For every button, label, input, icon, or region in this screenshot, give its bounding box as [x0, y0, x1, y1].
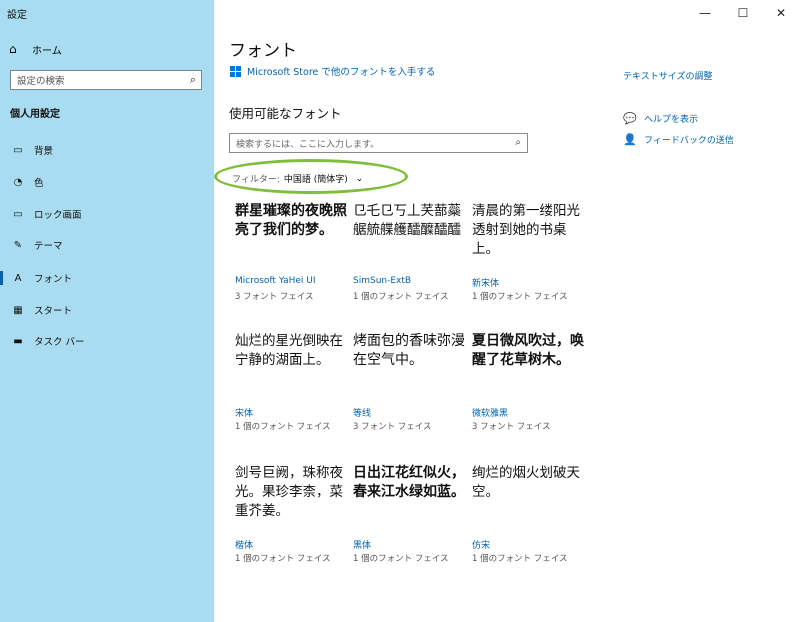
- font-tile[interactable]: 㔾乇㔾丂丄芺蔀蘂艍艈艓艧醽醾醽醽 SimSun-ExtB 1 個のフォント フェ…: [353, 202, 465, 332]
- font-sample: 灿烂的星光倒映在宁静的湖面上。: [235, 333, 343, 368]
- font-face-count: 1 個のフォント フェイス: [235, 422, 331, 432]
- sidebar-item-label: 背景: [34, 146, 54, 157]
- font-tile[interactable]: 剑号巨阙，珠称夜光。果珍李柰，菜重芥姜。 楷体 1 個のフォント フェイス: [235, 464, 347, 594]
- font-name: 仿宋: [472, 541, 491, 551]
- feedback-link[interactable]: 👤 フィードバックの送信: [623, 133, 734, 146]
- font-tile[interactable]: 夏日微风吹过，唤醒了花草树木。 微软雅黑 3 フォント フェイス: [472, 332, 584, 462]
- font-sample: 群星璀璨的夜晚照亮了我们的梦。: [235, 203, 347, 238]
- sidebar-item-label: 色: [34, 178, 44, 189]
- font-name: 宋体: [235, 409, 254, 419]
- available-fonts-heading: 使用可能なフォント: [229, 106, 342, 121]
- window-controls: — ☐ ✕: [686, 0, 800, 26]
- font-face-count: 3 フォント フェイス: [353, 422, 432, 432]
- font-tile[interactable]: 清晨的第一缕阳光透射到她的书桌上。 新宋体 1 個のフォント フェイス: [472, 202, 584, 332]
- language-filter-dropdown[interactable]: フィルター: 中国語 (簡体字) ⌄: [232, 172, 364, 186]
- font-name: Microsoft YaHei UI: [235, 276, 316, 286]
- maximize-button[interactable]: ☐: [724, 0, 762, 26]
- font-tile[interactable]: 绚烂的烟火划破天空。 仿宋 1 個のフォント フェイス: [472, 464, 584, 594]
- font-icon: A: [14, 272, 22, 284]
- sidebar-item-fonts[interactable]: A フォント: [0, 265, 214, 291]
- sidebar-item-label: ロック画面: [34, 210, 82, 221]
- search-icon[interactable]: ⌕: [190, 73, 196, 87]
- sidebar-item-background[interactable]: ▭ 背景: [0, 137, 214, 163]
- sidebar-item-theme[interactable]: ✎ テーマ: [0, 232, 214, 258]
- sidebar-item-label: スタート: [34, 306, 73, 317]
- chevron-down-icon: ⌄: [355, 173, 364, 184]
- font-name: 新宋体: [472, 279, 500, 289]
- font-sample: 㔾乇㔾丂丄芺蔀蘂艍艈艓艧醽醾醽醽: [353, 203, 461, 238]
- home-icon: ⌂: [9, 42, 17, 56]
- font-sample: 夏日微风吹过，唤醒了花草树木。: [472, 333, 584, 368]
- taskbar-icon: ▬: [13, 335, 23, 347]
- font-search-input[interactable]: 検索するには、ここに入力します。 ⌕: [229, 133, 528, 153]
- store-link[interactable]: Microsoft Store で他のフォントを入手する: [229, 64, 435, 78]
- font-sample: 绚烂的烟火划破天空。: [472, 465, 580, 500]
- font-tile[interactable]: 日出江花红似火，春来江水绿如蓝。 黑体 1 個のフォント フェイス: [353, 464, 465, 594]
- font-face-count: 1 個のフォント フェイス: [235, 554, 331, 564]
- font-face-count: 3 フォント フェイス: [472, 422, 551, 432]
- sidebar: 設定 ⌂ ホーム 設定の検索 ⌕ 個人用設定 ▭ 背景 ◔ 色 ▭ ロック画面 …: [0, 0, 214, 622]
- font-search-placeholder: 検索するには、ここに入力します。: [236, 139, 380, 150]
- font-face-count: 1 個のフォント フェイス: [472, 554, 568, 564]
- sidebar-item-lock-screen[interactable]: ▭ ロック画面: [0, 201, 214, 227]
- store-icon: [229, 65, 241, 77]
- font-tile[interactable]: 烤面包的香味弥漫在空气中。 等线 3 フォント フェイス: [353, 332, 465, 462]
- settings-search-input[interactable]: 設定の検索 ⌕: [10, 70, 202, 90]
- search-icon[interactable]: ⌕: [515, 137, 521, 148]
- home-label: ホーム: [32, 45, 62, 57]
- font-sample: 烤面包的香味弥漫在空气中。: [353, 333, 465, 368]
- font-sample: 日出江花红似火，春来江水绿如蓝。: [353, 465, 465, 500]
- sidebar-item-label: テーマ: [34, 241, 63, 252]
- feedback-link-label: フィードバックの送信: [644, 136, 734, 146]
- store-link-label: Microsoft Store で他のフォントを入手する: [247, 67, 436, 78]
- theme-icon: ✎: [13, 239, 23, 251]
- palette-icon: ◔: [13, 176, 23, 188]
- font-name: 黑体: [353, 541, 372, 551]
- help-link[interactable]: 💬 ヘルプを表示: [623, 112, 698, 125]
- close-button[interactable]: ✕: [762, 0, 800, 26]
- home-link[interactable]: ⌂ ホーム: [9, 40, 62, 58]
- sidebar-item-label: タスク バー: [34, 337, 85, 348]
- sidebar-item-color[interactable]: ◔ 色: [0, 169, 214, 195]
- font-tile[interactable]: 群星璀璨的夜晚照亮了我们的梦。 Microsoft YaHei UI 3 フォン…: [235, 202, 347, 332]
- font-face-count: 1 個のフォント フェイス: [472, 292, 568, 302]
- text-size-link[interactable]: テキストサイズの調整: [623, 69, 712, 82]
- sidebar-item-start[interactable]: ▦ スタート: [0, 297, 214, 323]
- font-name: 等线: [353, 409, 372, 419]
- minimize-button[interactable]: —: [686, 0, 724, 26]
- app-title: 設定: [7, 10, 27, 21]
- feedback-icon: 👤: [623, 133, 637, 146]
- font-face-count: 3 フォント フェイス: [235, 292, 314, 302]
- font-name: 微软雅黑: [472, 409, 509, 419]
- sidebar-item-taskbar[interactable]: ▬ タスク バー: [0, 328, 214, 354]
- font-tile[interactable]: 灿烂的星光倒映在宁静的湖面上。 宋体 1 個のフォント フェイス: [235, 332, 347, 462]
- section-title: 個人用設定: [10, 109, 60, 120]
- settings-search-placeholder: 設定の検索: [17, 76, 65, 87]
- lock-screen-icon: ▭: [13, 208, 23, 220]
- font-face-count: 1 個のフォント フェイス: [353, 292, 449, 302]
- font-name: SimSun-ExtB: [353, 276, 412, 286]
- text-size-link-label: テキストサイズの調整: [623, 72, 713, 82]
- font-sample: 清晨的第一缕阳光透射到她的书桌上。: [472, 203, 580, 257]
- sidebar-item-label: フォント: [34, 274, 73, 285]
- help-link-label: ヘルプを表示: [644, 115, 699, 125]
- font-name: 楷体: [235, 541, 254, 551]
- help-chat-icon: 💬: [623, 112, 637, 125]
- filter-label: フィルター:: [232, 175, 280, 185]
- start-icon: ▦: [13, 304, 23, 316]
- font-sample: 剑号巨阙，珠称夜光。果珍李柰，菜重芥姜。: [235, 465, 343, 519]
- page-title: フォント: [229, 41, 297, 61]
- filter-value: 中国語 (簡体字): [283, 175, 348, 185]
- font-face-count: 1 個のフォント フェイス: [353, 554, 449, 564]
- image-icon: ▭: [13, 144, 23, 156]
